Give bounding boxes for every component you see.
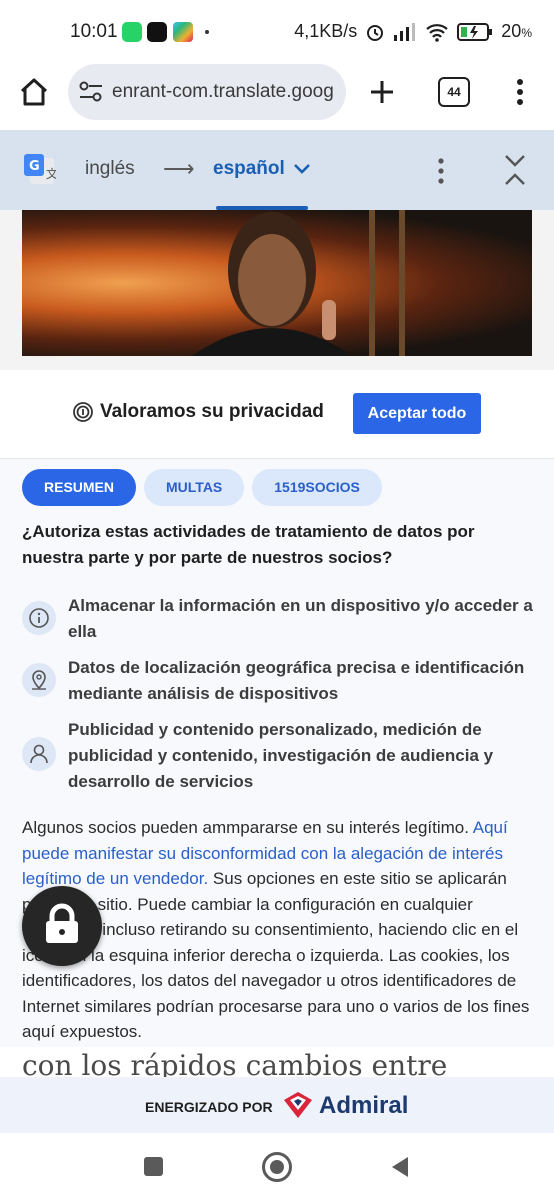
consent-question: ¿Autoriza estas actividades de tratamien… bbox=[22, 522, 475, 567]
google-translate-icon: 文G bbox=[24, 154, 56, 184]
location-pin-icon bbox=[22, 663, 56, 697]
consent-footer: ENERGIZADO POR Admiral bbox=[0, 1077, 554, 1133]
browser-toolbar: enrant-com.translate.goog 44 bbox=[0, 62, 554, 130]
home-button-dot bbox=[270, 1160, 284, 1174]
photo-illustration bbox=[192, 210, 405, 356]
wifi-icon bbox=[426, 23, 449, 42]
svg-text:文: 文 bbox=[46, 166, 56, 181]
more-notifications-icon bbox=[205, 30, 209, 34]
tab-socios[interactable]: 1519SOCIOS bbox=[252, 469, 382, 506]
whatsapp-icon bbox=[122, 22, 142, 42]
signal-icon bbox=[394, 22, 416, 41]
article-image-area bbox=[0, 210, 554, 370]
person-icon bbox=[22, 737, 56, 771]
tab-multas[interactable]: MULTAS bbox=[144, 469, 245, 506]
address-bar[interactable]: enrant-com.translate.goog bbox=[68, 64, 346, 120]
fingerprint-icon bbox=[73, 402, 93, 422]
overflow-menu-icon[interactable] bbox=[508, 74, 532, 110]
alarm-icon bbox=[367, 24, 384, 41]
battery-icon bbox=[457, 22, 493, 41]
slack-icon bbox=[173, 22, 193, 42]
purpose-text: Publicidad y contenido personalizado, me… bbox=[68, 720, 494, 791]
new-tab-icon[interactable] bbox=[362, 74, 402, 110]
recents-button[interactable] bbox=[144, 1157, 163, 1176]
accept-all-button[interactable]: Aceptar todo bbox=[353, 393, 481, 434]
status-indicators: 4,1KB/s 20% bbox=[294, 21, 532, 42]
back-icon[interactable] bbox=[388, 1155, 412, 1179]
admiral-logo-icon bbox=[284, 1092, 312, 1118]
consent-header: Valoramos su privacidad Aceptar todo bbox=[0, 370, 554, 459]
purpose-text: Datos de localización geográfica precisa… bbox=[68, 658, 525, 703]
collapse-icon[interactable] bbox=[502, 152, 528, 188]
privacy-settings-button[interactable] bbox=[22, 886, 102, 966]
home-icon[interactable] bbox=[14, 72, 54, 112]
article-text-strip: con los rápidos cambios entre bbox=[0, 1047, 554, 1077]
consent-tabs: RESUMEN MULTAS 1519SOCIOS bbox=[22, 469, 382, 506]
tab-resumen[interactable]: RESUMEN bbox=[22, 469, 137, 506]
translation-direction-arrow: ⟶ bbox=[163, 156, 195, 181]
svg-text:G: G bbox=[29, 159, 40, 174]
status-bar: 10:01 4,1KB/s 20% bbox=[0, 0, 554, 62]
source-language-tab[interactable]: inglés bbox=[85, 158, 135, 180]
site-settings-icon[interactable] bbox=[78, 80, 104, 104]
chevron-down-icon[interactable] bbox=[292, 162, 312, 176]
network-speed: 4,1KB/s bbox=[294, 21, 358, 41]
consent-title: Valoramos su privacidad bbox=[100, 401, 324, 422]
system-nav-bar bbox=[0, 1133, 554, 1200]
battery-level: 20% bbox=[501, 21, 532, 41]
purpose-text: Almacenar la información en un dispositi… bbox=[68, 596, 533, 641]
legal-intro: Algunos socios pueden ammpararse en su i… bbox=[22, 818, 473, 837]
clock: 10:01 bbox=[70, 21, 118, 42]
article-photo bbox=[22, 210, 532, 356]
lock-icon bbox=[46, 903, 78, 943]
powered-by-label: ENERGIZADO POR bbox=[145, 1099, 273, 1115]
translate-bar: 文G inglés ⟶ español bbox=[0, 130, 554, 210]
target-language-tab[interactable]: español bbox=[213, 158, 285, 180]
tab-switcher-button[interactable]: 44 bbox=[438, 77, 470, 107]
translate-options-icon[interactable] bbox=[432, 154, 450, 188]
x-icon bbox=[147, 22, 167, 42]
admiral-brand[interactable]: Admiral bbox=[319, 1092, 408, 1120]
url-text[interactable]: enrant-com.translate.goog bbox=[112, 81, 334, 103]
info-icon bbox=[22, 601, 56, 635]
article-snippet: con los rápidos cambios entre bbox=[22, 1049, 448, 1077]
home-button[interactable] bbox=[262, 1152, 292, 1182]
